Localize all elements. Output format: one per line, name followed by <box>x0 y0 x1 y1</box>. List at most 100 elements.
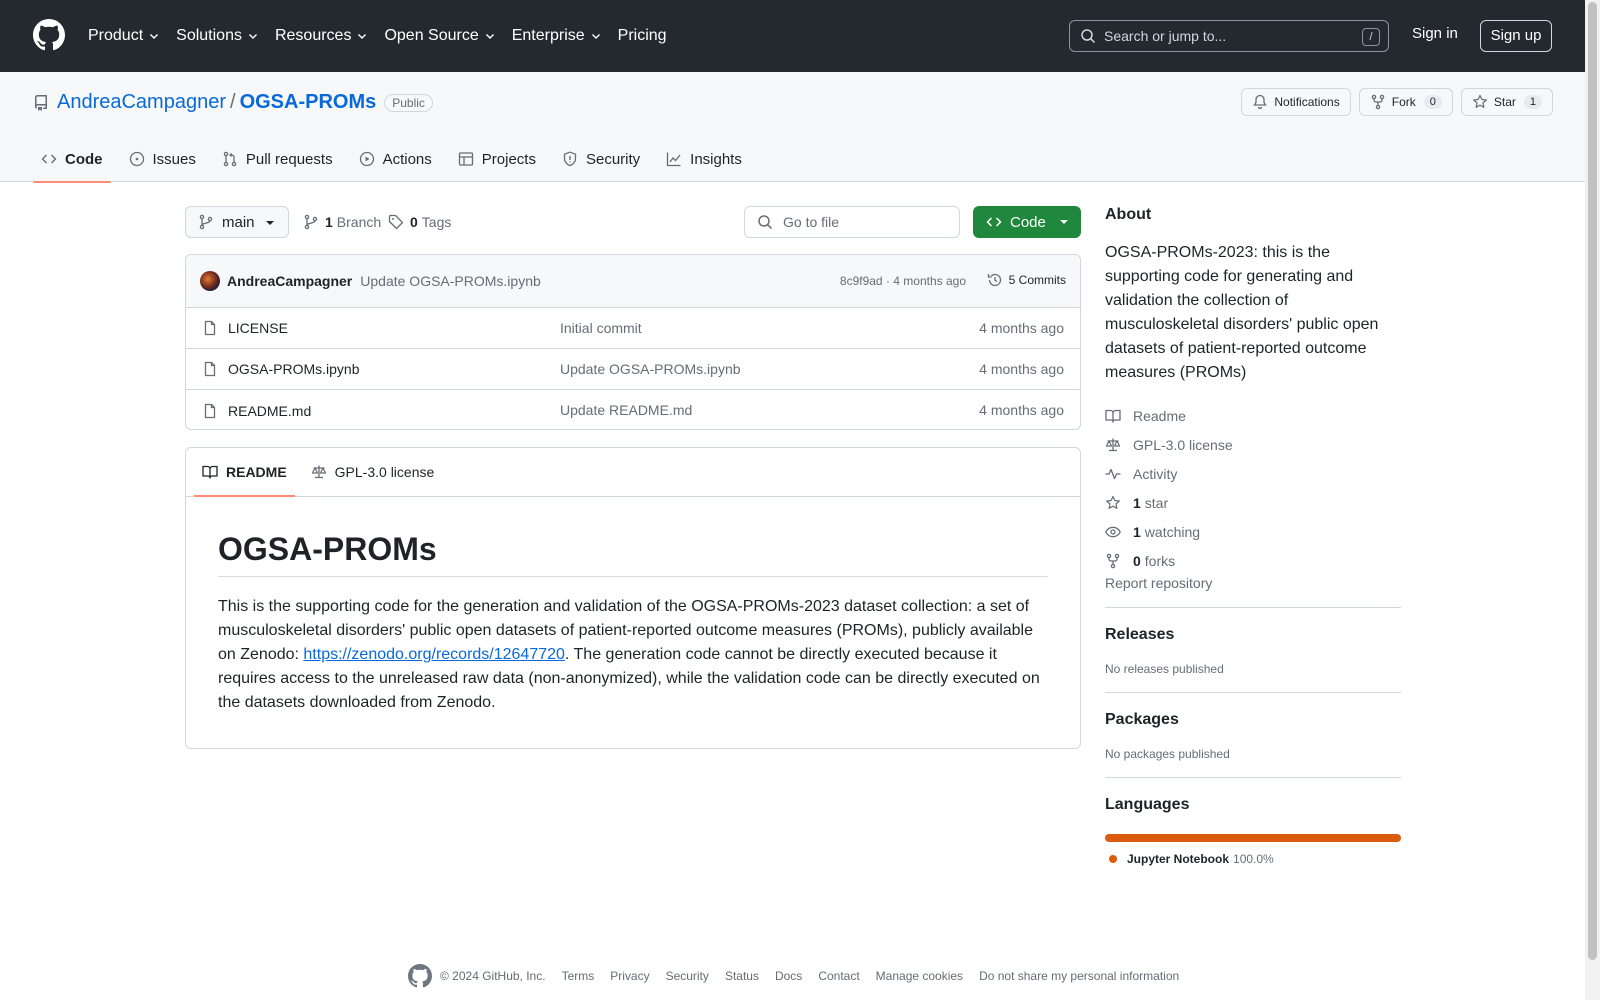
zenodo-link[interactable]: https://zenodo.org/records/12647720 <box>303 646 565 663</box>
file-name-link[interactable]: README.md <box>228 403 311 419</box>
tab-readme[interactable]: README <box>194 448 295 497</box>
license-link[interactable]: GPL-3.0 license <box>1105 430 1401 459</box>
footer-link-manage-cookies[interactable]: Manage cookies <box>876 969 963 983</box>
file-row[interactable]: LICENSE Initial commit 4 months ago <box>186 308 1080 349</box>
file-commit-link[interactable]: Update README.md <box>560 402 692 418</box>
chevron-down-icon <box>358 34 367 39</box>
github-mark-icon[interactable] <box>408 964 432 988</box>
languages-section: Languages Jupyter Notebook 100.0% <box>1105 777 1401 866</box>
tags-link[interactable]: 0 Tags <box>388 214 451 230</box>
nav-enterprise[interactable]: Enterprise <box>512 27 602 45</box>
tab-issues[interactable]: Issues <box>121 136 204 182</box>
branch-select-button[interactable]: main <box>185 206 289 238</box>
language-color-dot <box>1109 855 1117 863</box>
file-time: 4 months ago <box>979 402 1064 418</box>
packages-empty-text: No packages published <box>1105 747 1230 761</box>
global-search-input[interactable]: Search or jump to... / <box>1069 20 1389 52</box>
tag-icon <box>388 214 404 230</box>
forks-link[interactable]: 0 forks <box>1105 546 1401 575</box>
nav-pricing[interactable]: Pricing <box>618 27 667 45</box>
activity-link[interactable]: Activity <box>1105 459 1401 488</box>
code-icon <box>986 217 1002 227</box>
tab-license[interactable]: GPL-3.0 license <box>303 448 443 496</box>
repo-owner-link[interactable]: AndreaCampagner <box>57 91 226 114</box>
readme-paragraph: This is the supporting code for the gene… <box>218 598 1040 711</box>
visibility-badge: Public <box>384 93 433 112</box>
readme-link[interactable]: Readme <box>1105 401 1401 430</box>
packages-section: Packages No packages published <box>1105 692 1401 761</box>
nav-product[interactable]: Product <box>88 27 160 45</box>
sign-in-link[interactable]: Sign in <box>1412 25 1458 42</box>
language-bar <box>1105 834 1401 842</box>
pull-request-icon <box>223 151 237 167</box>
nav-open-source[interactable]: Open Source <box>384 27 495 45</box>
file-row[interactable]: README.md Update README.md 4 months ago <box>186 390 1080 429</box>
global-nav: Product Solutions Resources Open Source … <box>88 0 683 72</box>
tab-actions[interactable]: Actions <box>351 136 440 182</box>
commit-author-link[interactable]: AndreaCampagner <box>227 273 352 289</box>
about-links: Readme GPL-3.0 license Activity 1 star 1… <box>1105 401 1401 575</box>
nav-solutions[interactable]: Solutions <box>176 27 259 45</box>
tab-projects[interactable]: Projects <box>450 136 544 182</box>
bell-icon <box>1253 94 1268 110</box>
readme-title: OGSA-PROMs <box>218 531 1048 577</box>
commit-hash-time[interactable]: 8c9f9ad · 4 months ago <box>840 274 966 288</box>
footer-link-security[interactable]: Security <box>666 969 709 983</box>
tab-insights[interactable]: Insights <box>658 136 750 182</box>
table-icon <box>458 152 473 166</box>
report-repository-link[interactable]: Report repository <box>1105 575 1212 591</box>
notifications-button[interactable]: Notifications <box>1241 88 1351 116</box>
repo-title: AndreaCampagner / OGSA-PROMs Public <box>33 91 433 114</box>
go-to-file-input[interactable]: Go to file <box>744 206 960 238</box>
fork-button[interactable]: Fork 0 <box>1358 88 1453 116</box>
play-icon <box>359 151 374 167</box>
file-row[interactable]: OGSA-PROMs.ipynb Update OGSA-PROMs.ipynb… <box>186 349 1080 390</box>
nav-resources[interactable]: Resources <box>275 27 368 45</box>
branches-link[interactable]: 1 Branch <box>303 214 381 230</box>
latest-commit-row: AndreaCampagner Update OGSA-PROMs.ipynb … <box>186 255 1080 308</box>
github-logo-icon[interactable] <box>33 19 65 51</box>
avatar[interactable] <box>200 271 220 291</box>
releases-heading[interactable]: Releases <box>1105 626 1174 643</box>
file-name-link[interactable]: LICENSE <box>228 320 288 336</box>
sign-up-button[interactable]: Sign up <box>1480 20 1552 52</box>
packages-heading[interactable]: Packages <box>1105 711 1179 728</box>
file-toolbar: main 1 Branch 0 Tags Go to file Code <box>185 206 1081 238</box>
commit-message-link[interactable]: Update OGSA-PROMs.ipynb <box>360 273 541 289</box>
footer-link-docs[interactable]: Docs <box>775 969 802 983</box>
caret-down-icon <box>1060 220 1068 224</box>
search-shortcut-key: / <box>1362 28 1380 46</box>
repo-header: AndreaCampagner / OGSA-PROMs Public Noti… <box>0 72 1585 183</box>
footer-link-terms[interactable]: Terms <box>562 969 595 983</box>
law-icon <box>311 465 326 479</box>
tab-pull-requests[interactable]: Pull requests <box>214 136 341 182</box>
file-name-link[interactable]: OGSA-PROMs.ipynb <box>228 361 359 377</box>
file-commit-link[interactable]: Update OGSA-PROMs.ipynb <box>560 361 741 377</box>
repo-actions: Notifications Fork 0 Star 1 <box>1233 88 1553 116</box>
footer-link-do-not-share[interactable]: Do not share my personal information <box>979 969 1179 983</box>
commits-link[interactable]: 5 Commits <box>987 272 1066 288</box>
footer-link-privacy[interactable]: Privacy <box>610 969 649 983</box>
search-icon <box>758 215 773 230</box>
tab-code[interactable]: Code <box>33 136 111 183</box>
scrollbar-thumb[interactable] <box>1588 2 1597 960</box>
language-item[interactable]: Jupyter Notebook 100.0% <box>1105 852 1401 866</box>
tab-security[interactable]: Security <box>554 136 648 182</box>
stars-link[interactable]: 1 star <box>1105 488 1401 517</box>
file-time: 4 months ago <box>979 320 1064 336</box>
footer-link-contact[interactable]: Contact <box>818 969 859 983</box>
footer-link-status[interactable]: Status <box>725 969 759 983</box>
graph-icon <box>667 152 681 167</box>
file-commit-link[interactable]: Initial commit <box>560 320 642 336</box>
eye-icon <box>1105 526 1121 537</box>
book-icon <box>1105 409 1121 423</box>
file-icon <box>204 403 216 418</box>
branch-icon <box>304 214 318 230</box>
star-button[interactable]: Star 1 <box>1460 88 1553 116</box>
repo-name-link[interactable]: OGSA-PROMs <box>240 91 377 114</box>
watchers-link[interactable]: 1 watching <box>1105 517 1401 546</box>
page-scrollbar[interactable] <box>1585 0 1600 1000</box>
branch-icon <box>199 214 213 230</box>
code-dropdown-button[interactable]: Code <box>973 206 1081 238</box>
languages-heading: Languages <box>1105 796 1190 813</box>
